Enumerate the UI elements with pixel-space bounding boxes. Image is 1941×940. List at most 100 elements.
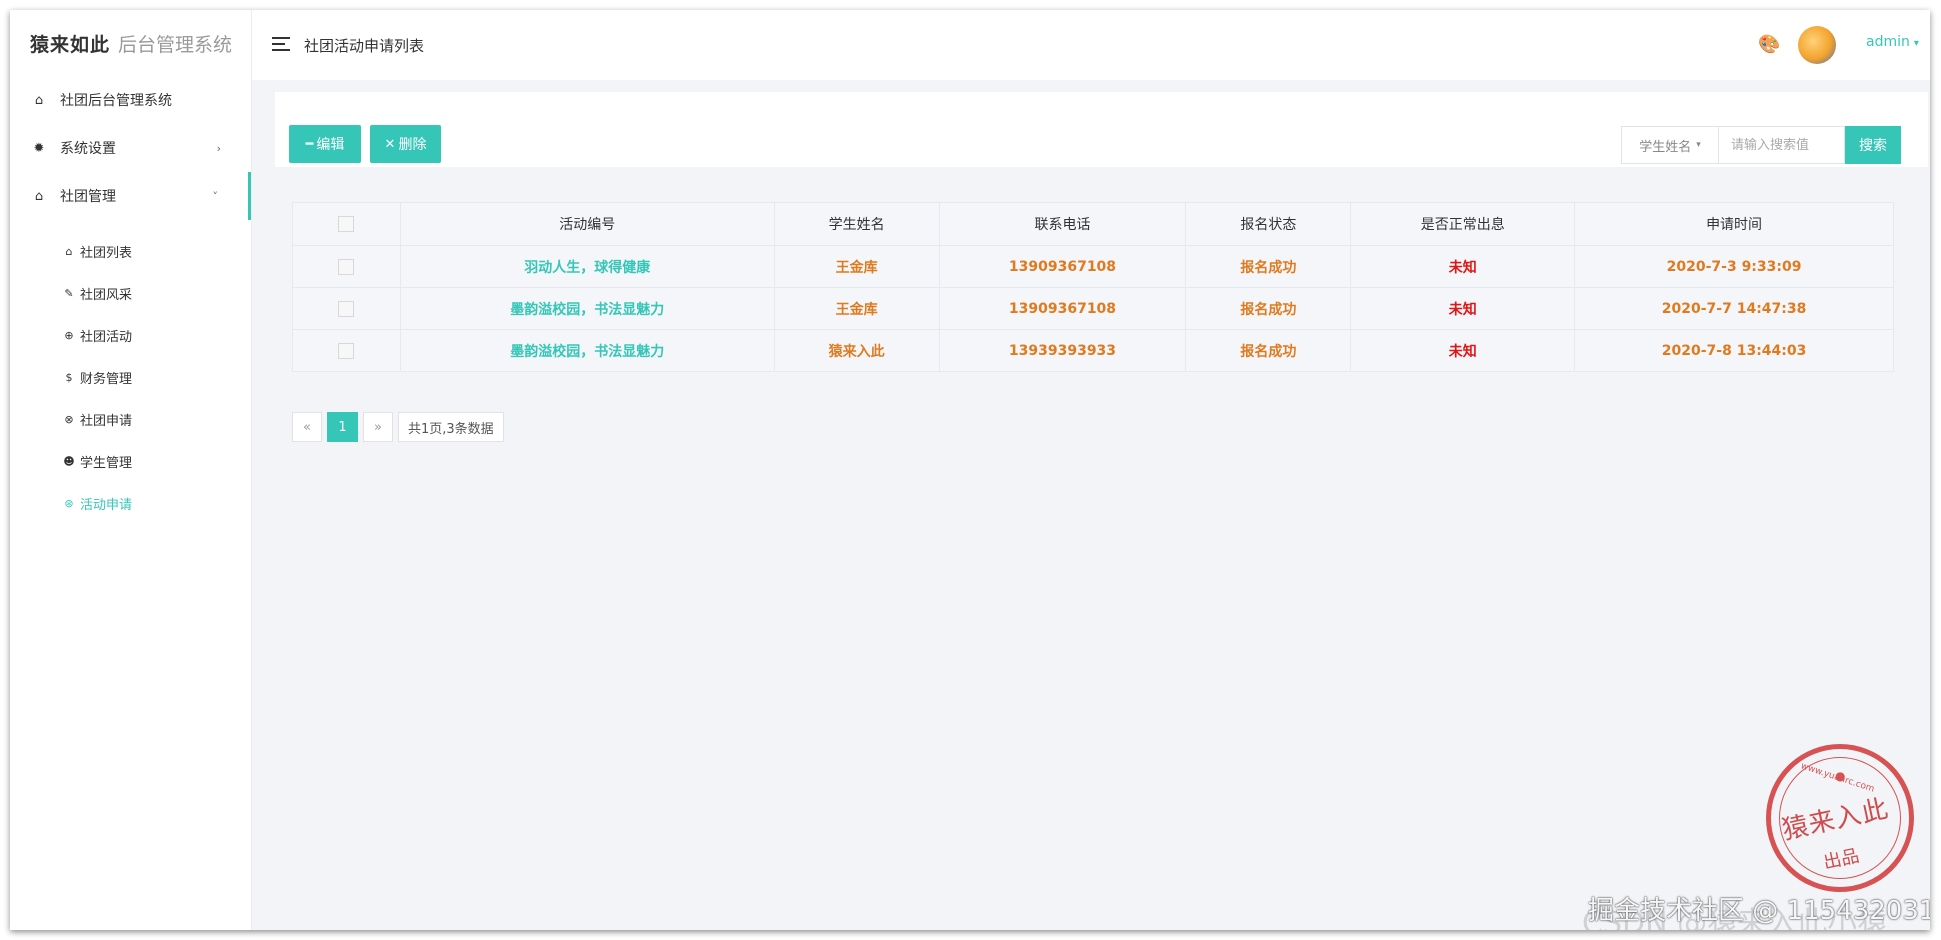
caret-down-icon: ▾ (1913, 38, 1919, 49)
data-table: 活动编号 学生姓名 联系电话 报名状态 是否正常出息 申请时间 羽动人生，球得健… (292, 202, 1894, 372)
column-header[interactable]: 报名状态 (1185, 202, 1352, 246)
search-field-selected: 学生姓名 (1639, 139, 1692, 155)
column-header[interactable]: 联系电话 (938, 202, 1187, 246)
phone-cell: 13909367108 (938, 245, 1187, 288)
pagination-info: 共1页,3条数据 (398, 412, 504, 442)
sidebar-item-activity-application[interactable]: ⊛ 活动申请 (10, 482, 251, 524)
row-checkbox[interactable] (338, 300, 355, 317)
status-cell: 报名成功 (1185, 245, 1352, 288)
attendance-cell: 未知 (1350, 329, 1576, 372)
xbox-icon: ⊗ (64, 412, 74, 426)
activity-cell: 羽动人生，球得健康 (399, 245, 775, 288)
search-button[interactable]: 搜索 (1845, 126, 1901, 164)
row-checkbox[interactable] (338, 258, 355, 275)
home-outline-icon: ⌂ (34, 188, 44, 204)
user-menu[interactable]: admin ▾ (1866, 34, 1919, 50)
sidebar-item-label: 系统设置 (60, 141, 116, 157)
avatar[interactable] (1798, 26, 1836, 64)
close-icon: ✕ (384, 136, 396, 151)
status-cell: 报名成功 (1185, 287, 1352, 330)
select-all-checkbox[interactable] (338, 216, 355, 232)
sidebar-item-label: 社团后台管理系统 (60, 93, 172, 109)
phone-cell: 13939393933 (938, 329, 1187, 372)
brand-subtitle: 后台管理系统 (118, 33, 233, 56)
user-circle-icon: ☻ (63, 454, 75, 468)
select-all-cell (292, 202, 401, 246)
student-name-cell: 王金库 (773, 287, 940, 330)
home-icon: ⌂ (65, 244, 73, 258)
column-header[interactable]: 活动编号 (399, 202, 775, 246)
chevron-down-icon: ˅ (212, 189, 219, 203)
sidebar-item-club-list[interactable]: ⌂ 社团列表 (10, 230, 251, 272)
caret-down-icon: ▾ (1696, 140, 1701, 150)
sidebar-item-label: 社团申请 (80, 413, 133, 429)
edit-button-label: 编辑 (316, 136, 345, 152)
page-1-button[interactable]: 1 (327, 412, 358, 442)
app-frame: 猿来如此 后台管理系统 ⌂ 社团后台管理系统 ✹ 系统设置 › ⌂ 社团管理 ˅… (10, 10, 1930, 930)
chevron-right-icon: › (216, 141, 221, 155)
home-icon: ⌂ (34, 92, 44, 108)
username: admin (1866, 34, 1910, 50)
table-row[interactable]: 羽动人生，球得健康 王金库 13909367108 报名成功 未知 2020-7… (292, 245, 1894, 288)
feather-icon: ✎ (64, 286, 74, 300)
prev-page-button[interactable]: « (292, 412, 322, 442)
brand-name: 猿来如此 (30, 33, 111, 56)
student-name-cell: 王金库 (773, 245, 940, 288)
sidebar-item-club-activity[interactable]: ⊕ 社团活动 (10, 314, 251, 356)
sidebar: 猿来如此 后台管理系统 ⌂ 社团后台管理系统 ✹ 系统设置 › ⌂ 社团管理 ˅… (10, 10, 252, 930)
time-cell: 2020-7-7 14:47:38 (1574, 287, 1894, 330)
student-name-cell: 猿来入此 (773, 329, 940, 372)
sidebar-item-label: 社团列表 (80, 245, 133, 261)
palette-icon[interactable]: 🎨 (1758, 34, 1780, 55)
column-header[interactable]: 是否正常出息 (1350, 202, 1576, 246)
refresh-circle-icon: ⊛ (64, 496, 74, 510)
table-row[interactable]: 墨韵溢校园，书法显魅力 王金库 13909367108 报名成功 未知 2020… (292, 287, 1894, 330)
brand-seal-stamp: ● www.yuanrc.com 猿来入此 出品 (1766, 744, 1914, 892)
gear-icon: ✹ (33, 140, 45, 156)
column-header[interactable]: 申请时间 (1574, 202, 1894, 246)
search-group: 学生姓名 ▾ 搜索 (1621, 126, 1901, 164)
row-checkbox[interactable] (338, 342, 355, 359)
sidebar-item-label: 学生管理 (80, 455, 133, 471)
club-submenu: ⌂ 社团列表 ✎ 社团风采 ⊕ 社团活动 $ 财务管理 ⊗ 社团申请 ☻ 学生管… (10, 220, 251, 524)
edit-button[interactable]: ━ 编辑 (289, 125, 361, 163)
toolbar: ━ 编辑 ✕ 删除 学生姓名 ▾ 搜索 (275, 92, 1928, 167)
column-header[interactable]: 学生姓名 (773, 202, 940, 246)
activity-cell: 墨韵溢校园，书法显魅力 (399, 287, 775, 330)
sidebar-item-club-style[interactable]: ✎ 社团风采 (10, 272, 251, 314)
time-cell: 2020-7-8 13:44:03 (1574, 329, 1894, 372)
sidebar-item-finance[interactable]: $ 财务管理 (10, 356, 251, 398)
time-cell: 2020-7-3 9:33:09 (1574, 245, 1894, 288)
phone-cell: 13909367108 (938, 287, 1187, 330)
watermark: 掘金技术社区 @ 115432031q (1588, 896, 1930, 926)
page-title: 社团活动申请列表 (304, 37, 425, 55)
table-row[interactable]: 墨韵溢校园，书法显魅力 猿来入此 13939393933 报名成功 未知 202… (292, 329, 1894, 372)
sidebar-item-club-application[interactable]: ⊗ 社团申请 (10, 398, 251, 440)
search-field-select[interactable]: 学生姓名 ▾ (1621, 126, 1719, 164)
menu-toggle-icon[interactable] (272, 37, 290, 51)
search-input[interactable] (1719, 126, 1845, 164)
attendance-cell: 未知 (1350, 287, 1576, 330)
sidebar-item-students[interactable]: ☻ 学生管理 (10, 440, 251, 482)
next-page-button[interactable]: » (363, 412, 393, 442)
plus-circle-icon: ⊕ (64, 328, 74, 342)
activity-cell: 墨韵溢校园，书法显魅力 (399, 329, 775, 372)
attendance-cell: 未知 (1350, 245, 1576, 288)
sidebar-item-label: 社团活动 (80, 329, 133, 345)
delete-button-label: 删除 (398, 136, 427, 152)
delete-button[interactable]: ✕ 删除 (370, 125, 441, 163)
status-cell: 报名成功 (1185, 329, 1352, 372)
sidebar-item-label: 活动申请 (80, 497, 133, 513)
sidebar-item-label: 社团管理 (60, 189, 116, 205)
dollar-icon: $ (65, 370, 73, 384)
top-header: 社团活动申请列表 🎨 admin ▾ (252, 10, 1930, 80)
sidebar-item-club-management[interactable]: ⌂ 社团管理 ˅ (10, 172, 251, 220)
sidebar-item-label: 社团风采 (80, 287, 133, 303)
table-header-row: 活动编号 学生姓名 联系电话 报名状态 是否正常出息 申请时间 (292, 202, 1894, 246)
pagination: « 1 » 共1页,3条数据 (292, 412, 509, 442)
sidebar-item-dashboard[interactable]: ⌂ 社团后台管理系统 (10, 76, 251, 124)
brand-logo: 猿来如此 后台管理系统 (10, 10, 251, 76)
sidebar-item-label: 财务管理 (80, 371, 133, 387)
sidebar-item-settings[interactable]: ✹ 系统设置 › (10, 124, 251, 172)
minus-icon: ━ (305, 136, 314, 151)
